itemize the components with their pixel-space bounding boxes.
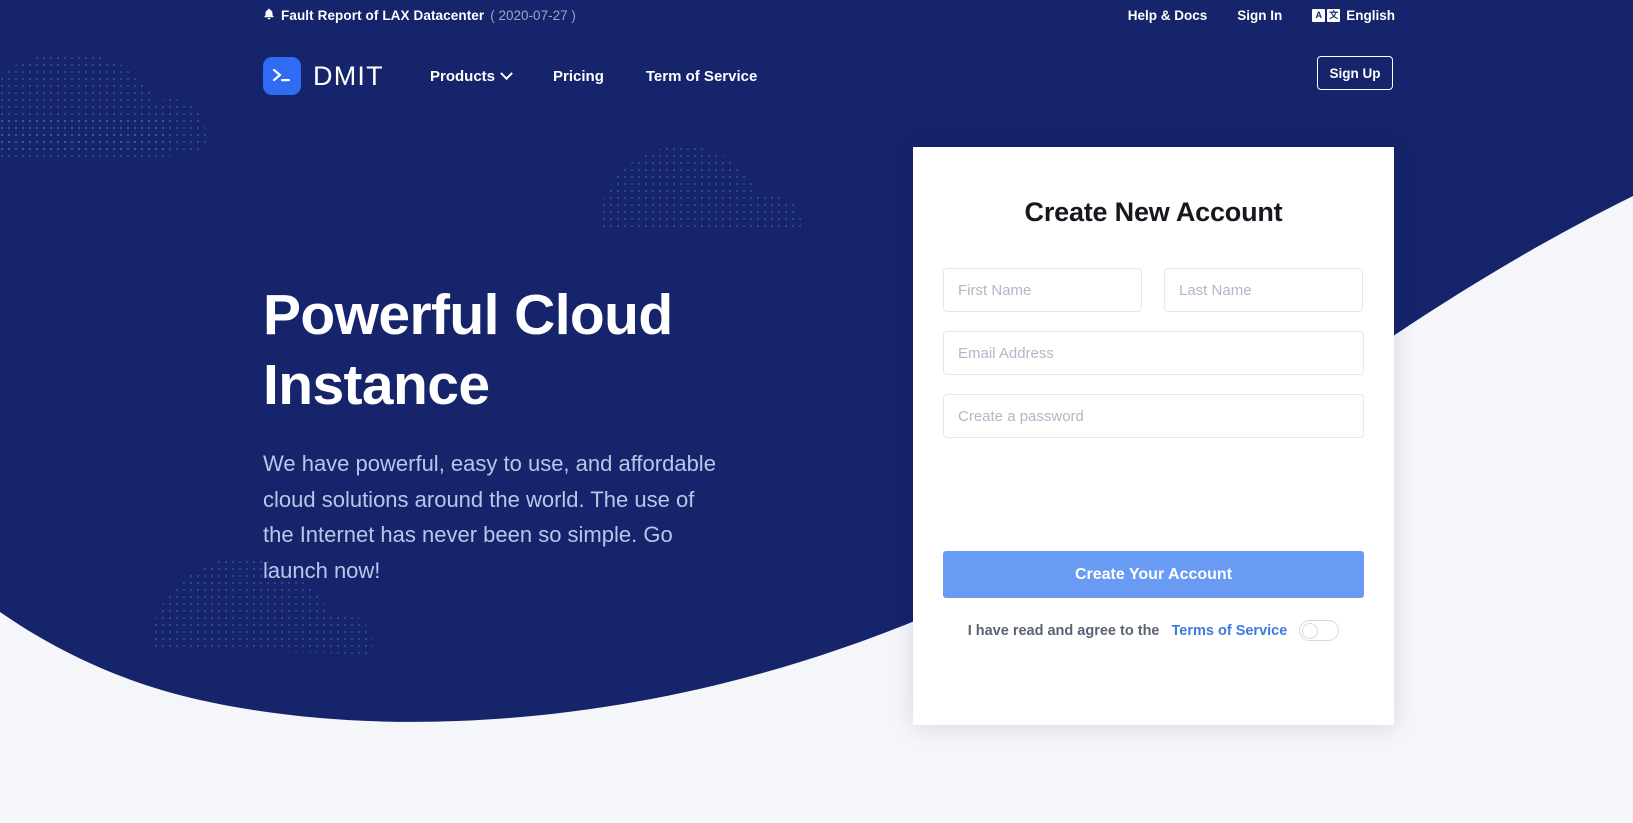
translate-icon-cjk: 文 — [1327, 8, 1341, 22]
hero-subtitle: We have powerful, easy to use, and affor… — [263, 451, 716, 583]
bell-icon — [263, 8, 275, 23]
nav-item-products-label: Products — [430, 67, 496, 85]
announcement-title: Fault Report of LAX Datacenter — [281, 7, 485, 23]
terminal-prompt-icon — [263, 57, 301, 95]
nav-item-term-of-service[interactable]: Term of Service — [646, 68, 757, 85]
hero-title-line-1: Powerful Cloud — [263, 283, 673, 347]
announcement-bar: Fault Report of LAX Datacenter ( 2020-07… — [0, 0, 1633, 30]
top-utility-nav: Help & Docs Sign In A 文 English — [1128, 0, 1395, 30]
submit-row: Create Your Account — [943, 551, 1364, 598]
signup-card-title: Create New Account — [1024, 197, 1283, 227]
email-input[interactable] — [943, 331, 1364, 375]
terms-agreement-row: I have read and agree to the Terms of Se… — [943, 620, 1364, 641]
hero-section: Powerful Cloud Instance We have powerful… — [263, 280, 783, 588]
nav-item-pricing[interactable]: Pricing — [553, 68, 604, 85]
chevron-down-icon — [500, 66, 513, 80]
create-account-button[interactable]: Create Your Account — [943, 551, 1364, 598]
toggle-knob — [1302, 622, 1319, 639]
main-navbar: DMIT Products Pricing Term of Service Si… — [0, 48, 1633, 104]
nav-item-term-of-service-label: Term of Service — [645, 67, 758, 85]
nav-item-products[interactable]: Products — [430, 66, 513, 85]
nav-item-pricing-label: Pricing — [553, 67, 604, 85]
translate-icon-latin: A — [1312, 8, 1326, 22]
terms-of-service-link[interactable]: Terms of Service — [1172, 623, 1288, 639]
last-name-input[interactable] — [1164, 268, 1363, 312]
hero-title-line-2: Instance — [263, 353, 490, 417]
signup-form: Create Your Account I have read and agre… — [943, 268, 1364, 641]
help-docs-link[interactable]: Help & Docs — [1128, 8, 1208, 23]
primary-nav-links: Products Pricing Term of Service — [430, 48, 757, 104]
brand-name: DMIT — [313, 60, 384, 91]
hero-title: Powerful Cloud Instance — [263, 280, 783, 420]
announcement-date: ( 2020-07-27 ) — [490, 7, 576, 23]
first-name-input[interactable] — [943, 268, 1142, 312]
language-selector[interactable]: A 文 English — [1312, 8, 1395, 23]
signup-button[interactable]: Sign Up — [1317, 56, 1393, 90]
sign-in-link[interactable]: Sign In — [1237, 8, 1282, 23]
signup-card: Create New Account Create Your Account I… — [913, 147, 1394, 725]
language-label: English — [1346, 7, 1395, 23]
brand-logo[interactable]: DMIT — [263, 48, 384, 104]
name-row — [943, 268, 1364, 312]
announcement-content[interactable]: Fault Report of LAX Datacenter ( 2020-07… — [263, 0, 576, 30]
terms-agreement-text: I have read and agree to the — [967, 622, 1160, 639]
translate-icon: A 文 — [1312, 8, 1341, 22]
terms-agreement-toggle[interactable] — [1299, 620, 1340, 641]
password-input[interactable] — [943, 394, 1364, 438]
